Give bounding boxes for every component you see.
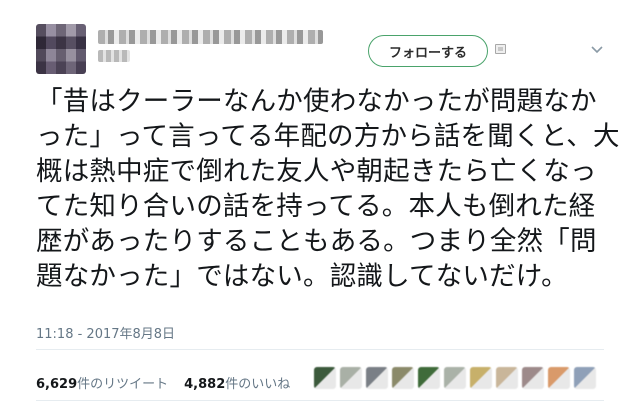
liker-avatar[interactable] bbox=[418, 367, 440, 389]
retweet-label: 件のリツイート bbox=[77, 377, 169, 392]
liker-avatar[interactable] bbox=[314, 367, 336, 389]
retweet-count-link[interactable]: 6,629件のリツイート bbox=[36, 373, 168, 392]
liker-avatar[interactable] bbox=[340, 367, 362, 389]
liker-avatar[interactable] bbox=[392, 367, 414, 389]
tweet-timestamp[interactable]: 11:18 - 2017年8月8日 bbox=[36, 323, 175, 342]
liker-avatar[interactable] bbox=[366, 367, 388, 389]
liker-avatar[interactable] bbox=[496, 367, 518, 389]
liker-avatar[interactable] bbox=[444, 367, 466, 389]
avatar[interactable] bbox=[36, 24, 86, 74]
retweet-count: 6,629 bbox=[36, 377, 78, 392]
like-count: 4,882 bbox=[184, 377, 226, 392]
liker-avatar[interactable] bbox=[574, 367, 596, 389]
user-handle-redacted[interactable] bbox=[98, 50, 130, 62]
liker-avatar[interactable] bbox=[522, 367, 544, 389]
like-label: 件のいいね bbox=[225, 377, 291, 392]
chevron-down-icon[interactable] bbox=[588, 42, 606, 58]
user-display-name-redacted[interactable] bbox=[98, 30, 323, 44]
like-count-link[interactable]: 4,882件のいいね bbox=[184, 373, 290, 392]
liker-avatars bbox=[314, 367, 596, 389]
tweet-card: フォローする 「昔はクーラーなんか使わなかったが問題なかった」って言ってる年配の… bbox=[0, 0, 640, 408]
liker-avatar[interactable] bbox=[470, 367, 492, 389]
image-badge-icon bbox=[495, 44, 506, 54]
divider bbox=[36, 349, 604, 350]
liker-avatar[interactable] bbox=[548, 367, 570, 389]
tweet-text: 「昔はクーラーなんか使わなかったが問題なかった」って言ってる年配の方から話を聞く… bbox=[36, 86, 620, 292]
divider bbox=[36, 400, 604, 401]
follow-button[interactable]: フォローする bbox=[368, 35, 488, 67]
tweet-stats: 6,629件のリツイート 4,882件のいいね bbox=[36, 373, 290, 392]
